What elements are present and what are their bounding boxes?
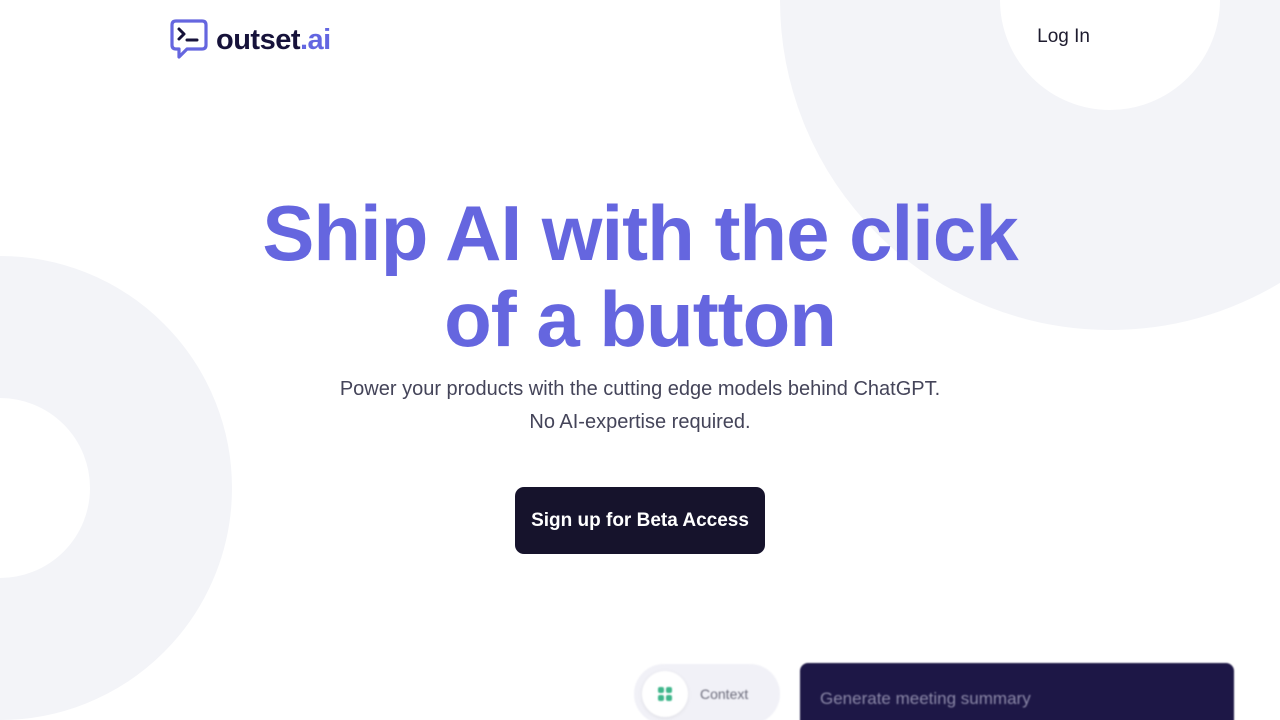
grid-dots-icon xyxy=(658,687,672,701)
hero-subtitle: Power your products with the cutting edg… xyxy=(0,373,1280,439)
brand-name: outset xyxy=(216,23,301,56)
hero-title-line-1: Ship AI with the click xyxy=(262,189,1018,277)
terminal-chat-bubble-icon xyxy=(170,19,208,59)
context-pill: Context xyxy=(634,664,780,720)
login-link[interactable]: Log In xyxy=(1037,26,1090,48)
brand-tld: .ai xyxy=(300,23,331,56)
meeting-summary-card: Generate meeting summary xyxy=(800,663,1234,720)
meeting-summary-prompt: Generate meeting summary xyxy=(820,689,1031,708)
context-label: Context xyxy=(700,686,749,702)
brand-logo-link[interactable]: outset.ai xyxy=(170,19,331,61)
site-header: outset.ai Log In xyxy=(170,18,1090,62)
hero-title-line-2: of a button xyxy=(444,275,837,363)
context-icon-wrap xyxy=(642,671,688,717)
landing-page: outset.ai Log In Ship AI with the click … xyxy=(0,0,1280,720)
beta-signup-button[interactable]: Sign up for Beta Access xyxy=(515,487,765,554)
brand-wordmark: outset.ai xyxy=(216,23,331,56)
hero-title: Ship AI with the click of a button xyxy=(0,190,1280,362)
hero-subtitle-line-1: Power your products with the cutting edg… xyxy=(339,378,941,400)
hero-subtitle-line-2: No AI-expertise required. xyxy=(529,411,751,433)
